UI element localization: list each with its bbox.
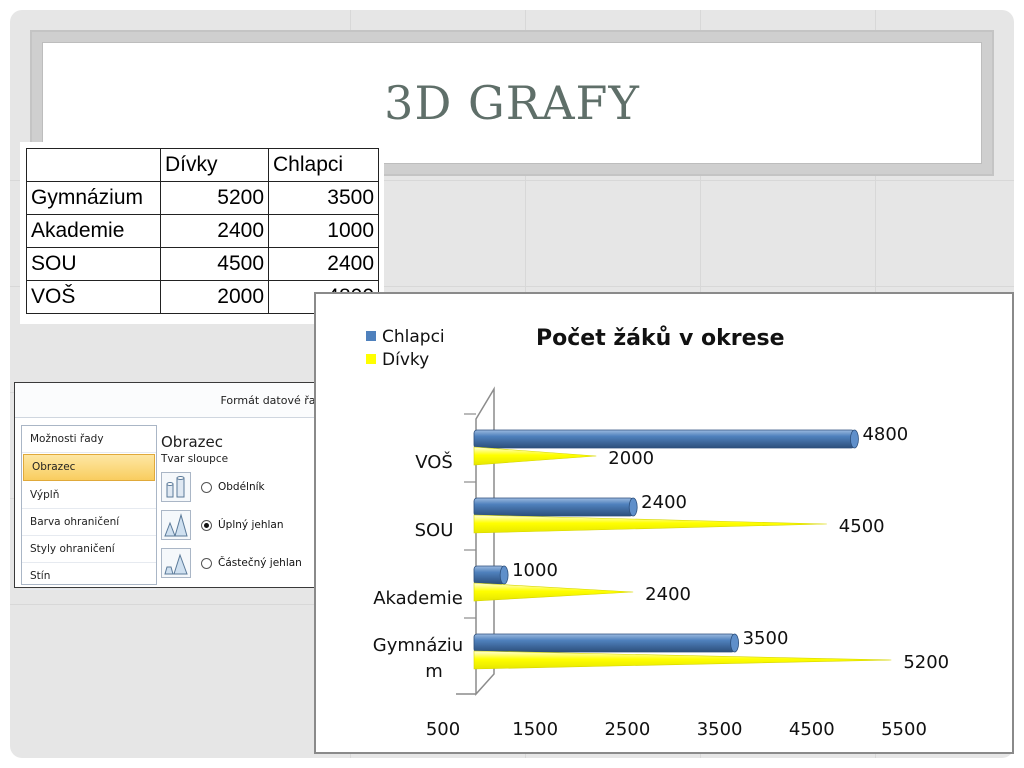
dialog-nav-item[interactable]: Styly ohraničení <box>22 536 156 563</box>
table-cell[interactable]: VOŠ <box>26 280 161 314</box>
data-label: 4800 <box>862 424 908 445</box>
bar-chlapci[interactable] <box>473 497 634 517</box>
chart-frame[interactable]: Počet žáků v okrese Chlapci Dívky Gymnáziu m… <box>314 292 1014 754</box>
table-cell[interactable]: 2000 <box>160 280 269 314</box>
table-cell[interactable]: 1000 <box>268 214 379 248</box>
shape-option-rectangle[interactable]: Obdélník <box>161 471 265 503</box>
data-label: 5200 <box>903 652 949 673</box>
data-label: 3500 <box>743 628 789 649</box>
bar-chart[interactable]: Počet žáků v okrese Chlapci Dívky Gymnáziu m… <box>316 294 1012 752</box>
x-tick-label: 1500 <box>512 719 558 740</box>
chart-title[interactable]: Počet žáků v okrese <box>536 326 785 351</box>
table-header-row: Dívky Chlapci <box>26 148 379 182</box>
dialog-header: Formát datové řady <box>15 383 343 418</box>
legend-label: Dívky <box>382 350 429 370</box>
bar-divky[interactable] <box>473 514 827 534</box>
x-tick-label: 4500 <box>789 719 835 740</box>
bar-divky[interactable] <box>473 650 892 670</box>
table-cell[interactable]: SOU <box>26 247 161 281</box>
data-label: 1000 <box>512 560 558 581</box>
data-label: 2000 <box>608 448 654 469</box>
category-label: Akademie <box>373 588 463 609</box>
table-cell[interactable]: 5200 <box>160 181 269 215</box>
cylinder-bars-icon[interactable] <box>161 472 191 502</box>
table-cell[interactable]: 3500 <box>268 181 379 215</box>
legend-swatch <box>366 331 376 341</box>
dialog-panel: Obrazec Tvar sloupce Obdélník Úplný jehl… <box>159 425 339 583</box>
data-label: 2400 <box>645 584 691 605</box>
dialog-nav-item[interactable]: Možnosti řady <box>22 426 156 453</box>
table-cell[interactable]: 2400 <box>160 214 269 248</box>
shape-option-full-pyramid[interactable]: Úplný jehlan <box>161 509 284 541</box>
table-cell[interactable]: 2400 <box>268 247 379 281</box>
bar-divky[interactable] <box>473 582 634 602</box>
dialog-nav-item[interactable]: Stín <box>22 563 156 590</box>
partial-pyramid-icon[interactable] <box>161 548 191 578</box>
bar-chlapci[interactable] <box>473 565 505 585</box>
dialog-nav-item[interactable]: Barva ohraničení <box>22 509 156 536</box>
category-label: Gymnáziu <box>373 635 463 656</box>
table-header-cell[interactable]: Chlapci <box>268 148 379 182</box>
bar-chlapci[interactable] <box>473 633 736 653</box>
category-label: SOU <box>415 520 454 541</box>
dialog-nav-list: Možnosti řady Obrazec Výplň Barva ohraničen… <box>21 425 157 590</box>
x-tick-label: 5500 <box>881 719 927 740</box>
panel-title: Obrazec <box>161 433 224 451</box>
table-header-cell[interactable] <box>26 148 161 182</box>
bar-chlapci-cap <box>628 497 638 517</box>
bar-chlapci-cap <box>499 565 509 585</box>
bar-chlapci[interactable] <box>473 429 855 449</box>
data-table[interactable]: Dívky Chlapci Gymnázium 5200 3500 Akademie 240… <box>26 148 379 314</box>
bar-divky[interactable] <box>473 446 597 466</box>
format-series-dialog: Formát datové řady Možnosti řady Obrazec V… <box>14 382 344 590</box>
option-label: Částečný jehlan <box>218 557 302 569</box>
table-cell[interactable]: Gymnázium <box>26 181 161 215</box>
bar-chlapci-cap <box>850 429 859 449</box>
table-cell[interactable]: 4500 <box>160 247 269 281</box>
x-tick-label: 500 <box>426 719 460 740</box>
x-tick-label: 3500 <box>697 719 743 740</box>
dialog-title: Formát datové řady <box>220 393 329 407</box>
slide-title[interactable]: 3D GRAFY <box>384 76 640 130</box>
data-label: 4500 <box>839 516 885 537</box>
dialog-nav-item[interactable]: Obrazec <box>23 454 155 481</box>
option-label: Úplný jehlan <box>218 519 284 531</box>
option-label: Obdélník <box>218 481 265 493</box>
panel-subtitle: Tvar sloupce <box>161 453 229 465</box>
radio-rectangle[interactable] <box>201 481 212 493</box>
table-header-cell[interactable]: Dívky <box>160 148 269 182</box>
legend-label: Chlapci <box>382 327 445 347</box>
pyramid-icon[interactable] <box>161 510 191 540</box>
bar-chlapci-cap <box>730 633 740 653</box>
dialog-nav-item[interactable]: Výplň <box>22 482 156 509</box>
radio-full-pyramid[interactable] <box>201 519 212 531</box>
x-tick-label: 2500 <box>604 719 650 740</box>
data-label: 2400 <box>641 492 687 513</box>
table-row: Akademie 2400 1000 <box>26 214 379 248</box>
legend-swatch <box>366 354 376 364</box>
table-row: SOU 4500 2400 <box>26 247 379 281</box>
category-label: m <box>425 661 443 682</box>
table-cell[interactable]: Akademie <box>26 214 161 248</box>
category-label: VOŠ <box>415 451 453 473</box>
shape-option-partial-pyramid[interactable]: Částečný jehlan <box>161 547 302 579</box>
table-row: Gymnázium 5200 3500 <box>26 181 379 215</box>
radio-partial-pyramid[interactable] <box>201 557 212 569</box>
